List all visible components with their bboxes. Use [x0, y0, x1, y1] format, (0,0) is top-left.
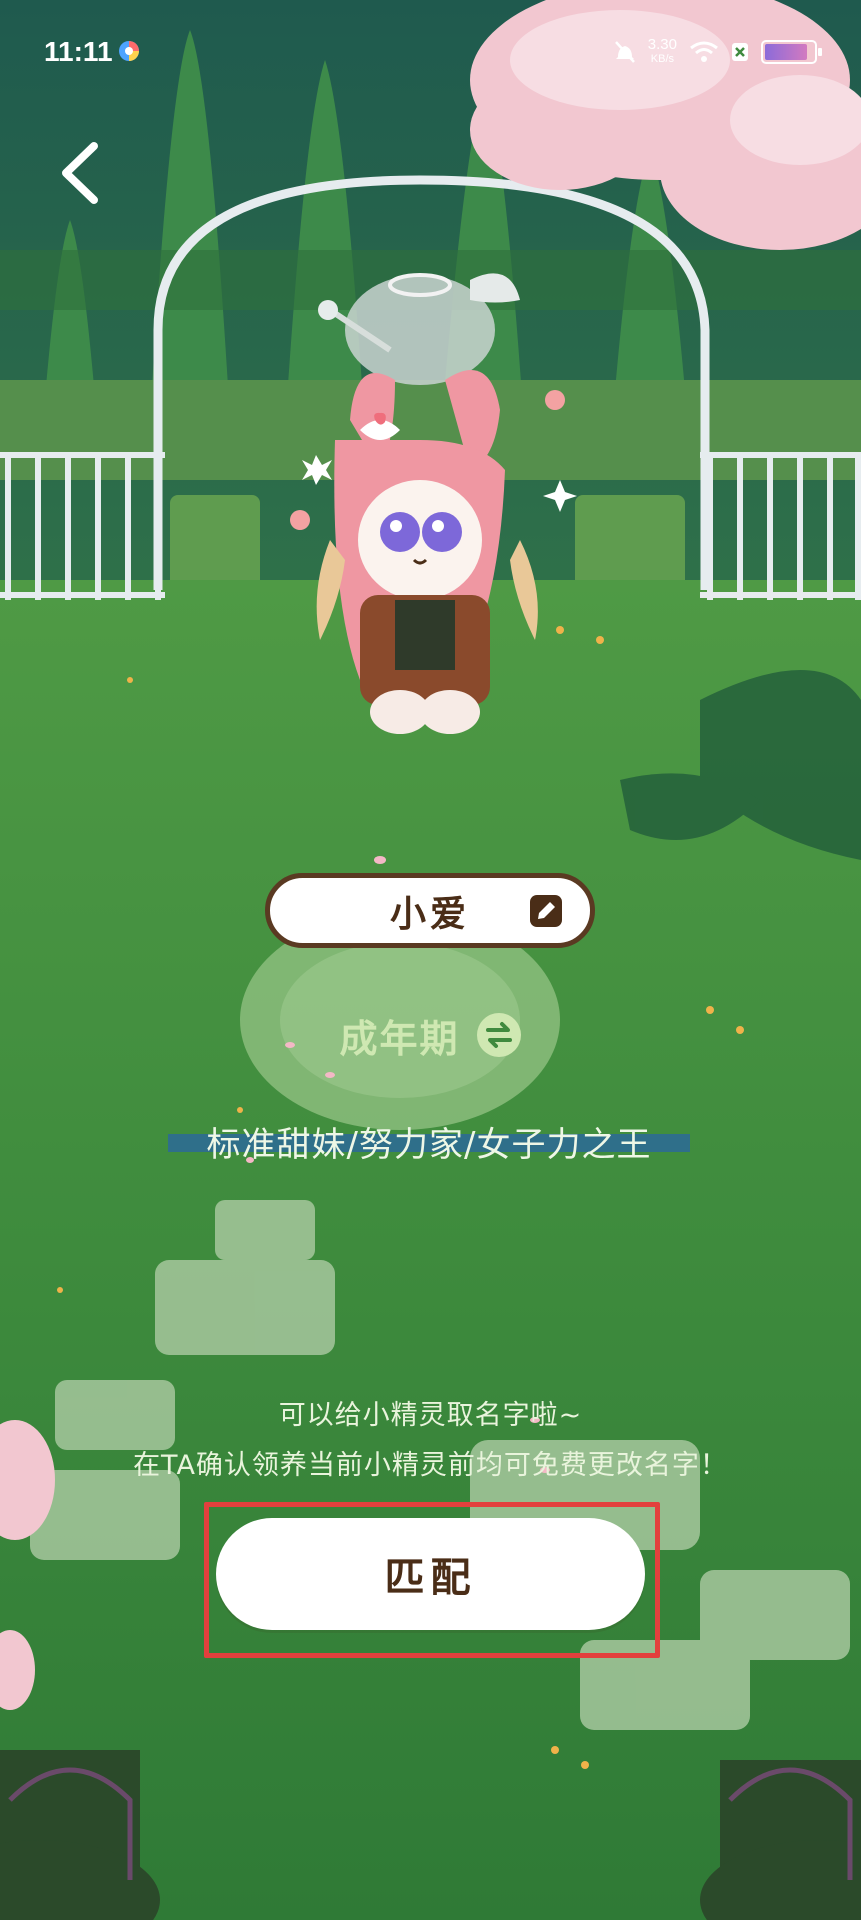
- growth-stage: 成年期: [0, 1000, 861, 1070]
- wifi-icon: [690, 41, 718, 62]
- sprite-name-pill[interactable]: 小爱: [265, 873, 595, 948]
- growth-stage-label: 成年期: [339, 1016, 460, 1061]
- status-bar: 11:11 3.30 KB/s: [0, 0, 861, 100]
- network-speed: 3.30 KB/s: [647, 36, 677, 66]
- net-speed-value: 3.30: [647, 36, 677, 53]
- status-time: 11:11: [44, 36, 113, 67]
- naming-hint-line-1: 可以给小精灵取名字啦~: [278, 1400, 583, 1431]
- match-button-label: 匹配: [384, 1555, 477, 1601]
- personality-tags-text: 标准甜妹/努力家/女子力之王: [206, 1124, 652, 1165]
- personality-tags: 标准甜妹/努力家/女子力之王: [168, 1120, 690, 1165]
- battery-level: [765, 44, 808, 60]
- edit-name-icon[interactable]: [528, 893, 564, 929]
- battery-icon: [761, 40, 822, 64]
- sim-icon: [732, 43, 748, 61]
- sprite-name: 小爱: [389, 893, 470, 935]
- mute-icon: [614, 41, 635, 63]
- back-button[interactable]: [52, 138, 112, 208]
- switch-stage-icon[interactable]: [476, 1012, 522, 1058]
- naming-hint-line-2: 在TA确认领养当前小精灵前均可免费更改名字！: [133, 1450, 728, 1481]
- app-icon: [119, 41, 139, 61]
- match-button[interactable]: 匹配: [216, 1518, 645, 1630]
- chevron-left-icon: [62, 142, 98, 204]
- net-speed-unit: KB/s: [650, 53, 675, 65]
